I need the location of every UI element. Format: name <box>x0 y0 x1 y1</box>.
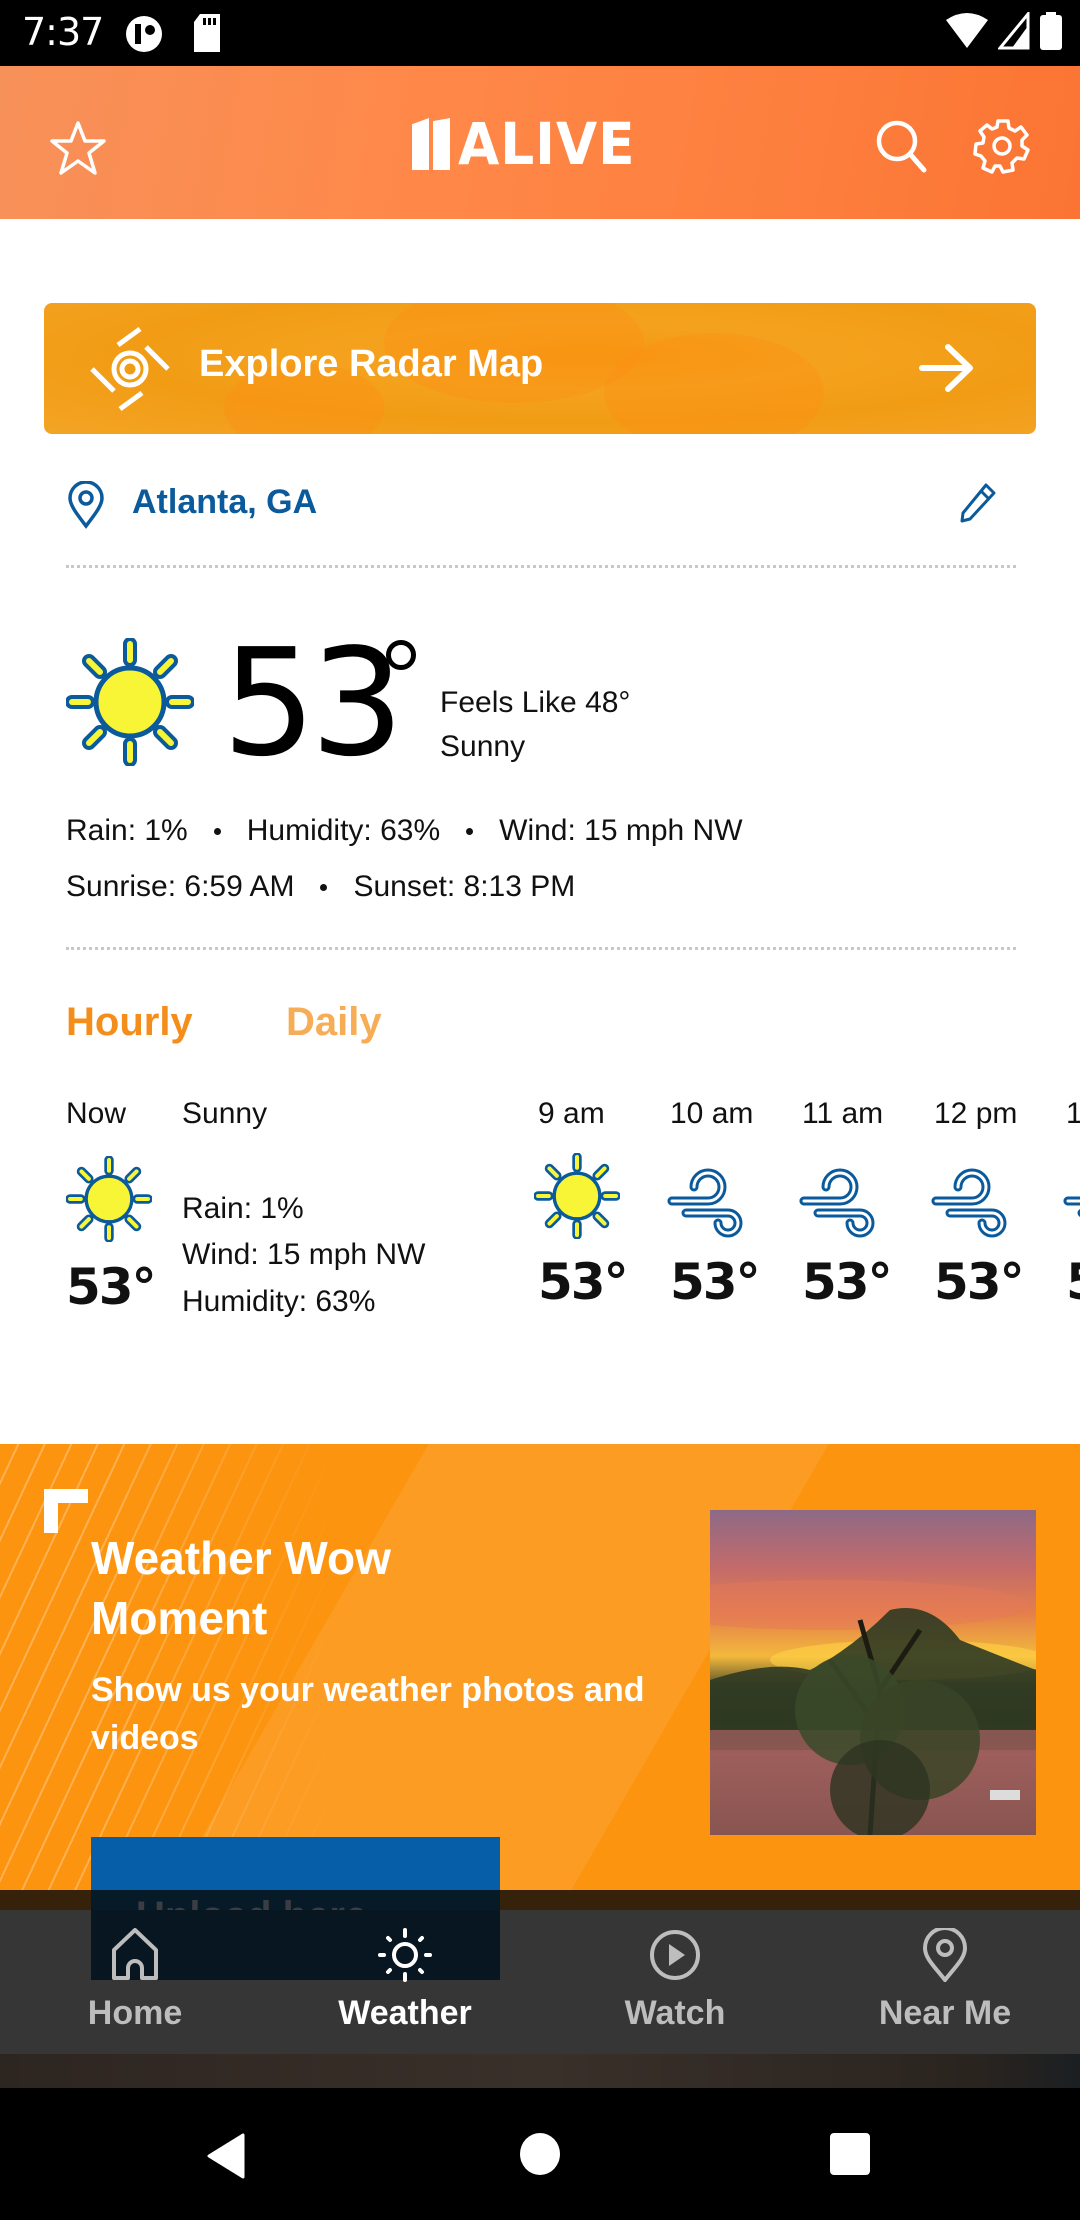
tab-hourly[interactable]: Hourly <box>66 1000 193 1045</box>
hour-temperature: 53° <box>1066 1253 1080 1311</box>
nav-watch-label: Watch <box>624 1994 726 2032</box>
location-row[interactable]: Atlanta, GA <box>66 475 1016 535</box>
degree-symbol <box>386 640 416 670</box>
explore-radar-map-button[interactable]: Explore Radar Map <box>44 303 1036 434</box>
sd-card-icon <box>194 14 220 52</box>
radar-label: Explore Radar Map <box>199 343 544 385</box>
weather-wow-promo: Weather Wow Moment Show us your weather … <box>0 1444 1080 1890</box>
hourly-item[interactable]: 1 pm 53° <box>1063 1097 1080 1311</box>
wind-icon <box>799 1168 875 1238</box>
sunset-lake-photo <box>710 1510 1036 1835</box>
status-icons <box>946 12 1062 50</box>
nav-home[interactable]: Home <box>35 1928 235 2033</box>
sunrise-stat: Sunrise: 6:59 AM <box>66 870 295 903</box>
sun-icon <box>66 638 194 766</box>
current-condition: Sunny <box>440 730 526 763</box>
divider <box>66 565 1016 568</box>
location-pin-icon <box>922 1928 968 1982</box>
logo-11-mark <box>412 118 450 170</box>
tree-silhouette <box>710 1580 1036 1835</box>
wind-icon <box>931 1168 1007 1238</box>
upload-button-bg <box>91 1837 500 1890</box>
promo-title: Weather Wow Moment <box>91 1532 391 1644</box>
hour-label: 10 am <box>670 1097 754 1130</box>
hourly-item[interactable]: 9 am 53° <box>534 1097 638 1311</box>
hour-temperature: 53° <box>538 1253 629 1311</box>
hour-temperature: 53° <box>934 1253 1025 1311</box>
search-icon[interactable] <box>872 116 932 176</box>
rain-stat: Rain: 1% <box>66 814 188 847</box>
system-recents-button[interactable] <box>830 2133 870 2175</box>
cell-signal-icon <box>998 12 1030 50</box>
now-humidity: Humidity: 63% <box>182 1285 376 1318</box>
sun-icon <box>66 1156 152 1242</box>
status-bar: 7:37 <box>0 0 1080 66</box>
now-wind: Wind: 15 mph NW <box>182 1238 426 1271</box>
wind-icon <box>667 1168 743 1238</box>
current-stats-row-2: Sunrise: 6:59 AM Sunset: 8:13 PM <box>66 870 575 904</box>
tab-daily[interactable]: Daily <box>286 1000 382 1045</box>
now-temperature: 53° <box>66 1258 157 1316</box>
nav-home-label: Home <box>87 1994 183 2032</box>
now-rain: Rain: 1% <box>182 1192 304 1225</box>
separator-dot <box>320 883 328 891</box>
hour-label: 1 pm <box>1066 1097 1080 1130</box>
location-name: Atlanta, GA <box>132 483 318 521</box>
hour-label: 11 am <box>802 1097 884 1130</box>
battery-icon <box>1040 12 1062 50</box>
play-circle-icon <box>650 1930 700 1980</box>
notification-app-icon <box>126 16 162 52</box>
logo-text: ALIVE <box>458 110 636 178</box>
wind-icon <box>1063 1196 1080 1218</box>
radar-icon <box>90 326 170 412</box>
promo-corner-mark <box>44 1489 88 1533</box>
now-condition: Sunny <box>182 1097 268 1130</box>
sun-icon <box>534 1153 620 1239</box>
nav-near-me[interactable]: Near Me <box>845 1928 1045 2033</box>
hourly-item[interactable]: 10 am 53° <box>667 1097 770 1311</box>
favorite-star-icon[interactable] <box>48 118 108 178</box>
wind-stat: Wind: 15 mph NW <box>499 814 743 847</box>
system-home-button[interactable] <box>520 2133 560 2175</box>
current-temperature: 53 <box>222 617 404 789</box>
separator-dot <box>213 827 221 835</box>
promo-subtitle: Show us your weather photos and videos <box>91 1671 645 1757</box>
home-icon <box>112 1928 158 1980</box>
current-stats-row-1: Rain: 1% Humidity: 63% Wind: 15 mph NW <box>66 814 743 848</box>
feels-like: Feels Like 48° <box>440 686 631 719</box>
separator-dot <box>466 827 474 835</box>
nav-near-me-label: Near Me <box>878 1994 1012 2032</box>
settings-gear-icon[interactable] <box>972 116 1032 176</box>
system-back-icon[interactable] <box>205 2133 245 2179</box>
hour-label: 9 am <box>538 1097 605 1130</box>
divider <box>66 947 1016 950</box>
status-time: 7:37 <box>22 10 104 54</box>
hourly-item[interactable]: 12 pm 53° <box>931 1097 1034 1311</box>
nav-weather-label: Weather <box>338 1994 472 2032</box>
edit-pencil-icon[interactable] <box>958 481 998 525</box>
hour-label: 12 pm <box>934 1097 1018 1130</box>
sunset-stat: Sunset: 8:13 PM <box>353 870 576 903</box>
now-label: Now <box>66 1097 127 1130</box>
nav-weather[interactable]: Weather <box>305 1928 505 2033</box>
nav-watch[interactable]: Watch <box>575 1928 775 2033</box>
wifi-icon <box>946 13 988 48</box>
app-header: ALIVE <box>0 66 1080 219</box>
hour-temperature: 53° <box>802 1253 893 1311</box>
hour-temperature: 53° <box>670 1253 761 1311</box>
arrow-right-icon <box>919 344 973 392</box>
location-pin-icon <box>68 481 104 529</box>
sun-outline-icon <box>378 1928 432 1982</box>
humidity-stat: Humidity: 63% <box>246 814 441 847</box>
station-logo[interactable]: ALIVE <box>412 114 651 174</box>
background-peek <box>0 2054 1080 2088</box>
hourly-item[interactable]: 11 am 53° <box>799 1097 902 1311</box>
